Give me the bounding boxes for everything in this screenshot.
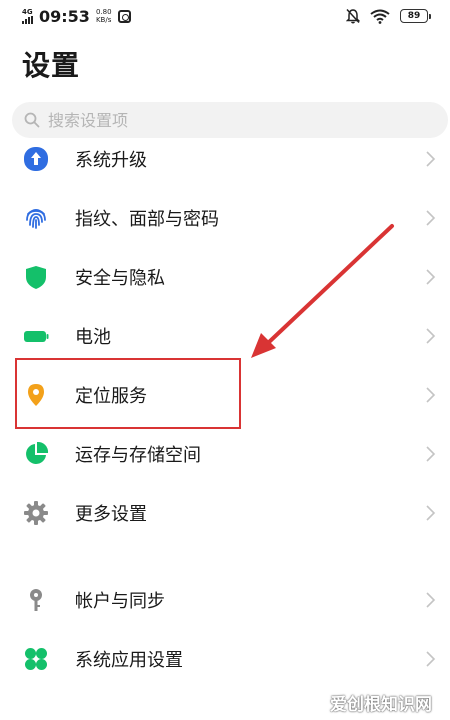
chevron-right-icon bbox=[426, 151, 436, 167]
apps-grid-icon bbox=[23, 646, 49, 672]
settings-item-label: 帐户与同步 bbox=[75, 591, 165, 612]
status-bar: 4G 09:53 0.80 KB/s 89 bbox=[0, 0, 450, 32]
speed-value: 0.80 bbox=[95, 8, 112, 16]
settings-item-battery[interactable]: 电池 bbox=[0, 307, 450, 365]
network-speed: 0.80 KB/s bbox=[96, 8, 112, 24]
chevron-right-icon bbox=[426, 446, 436, 462]
settings-item-security-privacy[interactable]: 安全与隐私 bbox=[0, 248, 450, 306]
battery-indicator: 89 bbox=[400, 9, 431, 23]
speed-unit: KB/s bbox=[95, 16, 112, 24]
battery-level: 89 bbox=[407, 11, 421, 21]
settings-item-system-update[interactable]: 系统升级 bbox=[0, 130, 450, 188]
settings-item-label: 安全与隐私 bbox=[75, 268, 165, 289]
chevron-right-icon bbox=[426, 269, 436, 285]
chevron-right-icon bbox=[426, 592, 436, 608]
chevron-right-icon bbox=[426, 387, 436, 403]
signal-bars-icon bbox=[22, 15, 33, 24]
chevron-right-icon bbox=[426, 505, 436, 521]
search-icon bbox=[24, 112, 40, 128]
settings-item-label: 运存与存储空间 bbox=[75, 445, 201, 466]
mute-bell-icon bbox=[346, 8, 360, 24]
settings-item-label: 电池 bbox=[75, 327, 111, 348]
gear-icon bbox=[23, 500, 49, 526]
cellular-signal: 4G bbox=[22, 7, 33, 24]
key-icon bbox=[23, 587, 49, 613]
settings-item-label: 指纹、面部与密码 bbox=[75, 209, 219, 230]
battery-icon bbox=[23, 323, 49, 349]
notification-app-icon bbox=[117, 9, 131, 23]
watermark: 爱创根知识网 bbox=[330, 695, 432, 715]
settings-item-memory-storage[interactable]: 运存与存储空间 bbox=[0, 425, 450, 483]
settings-item-label: 更多设置 bbox=[75, 504, 147, 525]
search-input[interactable] bbox=[48, 110, 428, 130]
chevron-right-icon bbox=[426, 328, 436, 344]
storage-pie-icon bbox=[23, 441, 49, 467]
clock: 09:53 bbox=[39, 6, 90, 26]
shield-icon bbox=[23, 264, 49, 290]
settings-item-fingerprint-face-password[interactable]: 指纹、面部与密码 bbox=[0, 189, 450, 247]
highlight-box bbox=[15, 358, 241, 429]
settings-item-system-app-settings[interactable]: 系统应用设置 bbox=[0, 630, 450, 688]
settings-item-label: 系统升级 bbox=[75, 150, 147, 171]
system-update-icon bbox=[23, 146, 49, 172]
fingerprint-icon bbox=[23, 205, 49, 231]
settings-item-accounts-sync[interactable]: 帐户与同步 bbox=[0, 571, 450, 629]
settings-item-label: 系统应用设置 bbox=[75, 650, 183, 671]
network-type: 4G bbox=[22, 7, 33, 16]
chevron-right-icon bbox=[426, 210, 436, 226]
wifi-icon bbox=[370, 9, 390, 24]
page-title: 设置 bbox=[22, 49, 81, 82]
chevron-right-icon bbox=[426, 651, 436, 667]
settings-item-more-settings[interactable]: 更多设置 bbox=[0, 484, 450, 542]
